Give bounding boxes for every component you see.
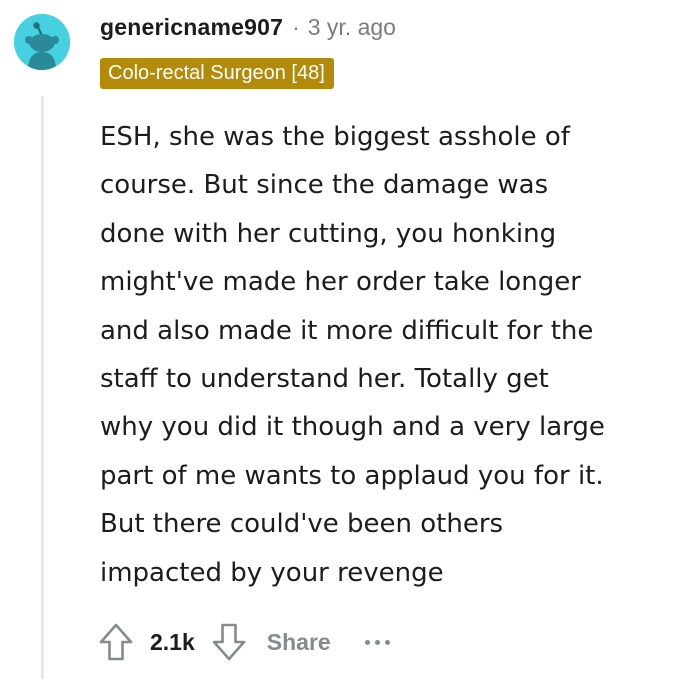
- body-line: done with her cutting, you honking: [100, 218, 557, 249]
- snoo-avatar-icon: [14, 14, 70, 70]
- share-button[interactable]: Share: [267, 629, 331, 656]
- comment-meta: genericname907 · 3 yr. ago: [100, 11, 396, 43]
- more-dot: [364, 639, 370, 645]
- body-line: impacted by your revenge: [100, 557, 444, 588]
- more-dot: [384, 639, 390, 645]
- comment: genericname907 · 3 yr. ago Colo-rectal S…: [0, 0, 700, 679]
- thread-line[interactable]: [41, 96, 44, 679]
- body-line: might've made her order take longer: [100, 267, 581, 298]
- body-line: and also made it more difficult for the: [100, 315, 594, 346]
- downvote-arrow-icon: [212, 623, 246, 661]
- body-line: part of me wants to applaud you for it.: [100, 460, 604, 491]
- upvote-arrow-icon: [99, 623, 133, 661]
- username[interactable]: genericname907: [100, 14, 283, 41]
- more-dot: [374, 639, 380, 645]
- body-line: staff to understand her. Totally get: [100, 364, 549, 395]
- body-line: course. But since the damage was: [100, 170, 549, 201]
- timestamp[interactable]: 3 yr. ago: [308, 14, 396, 41]
- comment-actions: 2.1k Share: [96, 616, 390, 668]
- user-avatar[interactable]: [14, 14, 70, 70]
- body-line: why you did it though and a very large: [100, 412, 605, 443]
- more-options-icon[interactable]: [364, 632, 390, 652]
- downvote-button[interactable]: [209, 620, 249, 664]
- body-line: But there could've been others: [100, 509, 504, 540]
- user-flair: Colo-rectal Surgeon [48]: [100, 58, 334, 89]
- upvote-button[interactable]: [96, 620, 136, 664]
- comment-body: ESH, she was the biggest asshole of cour…: [100, 113, 690, 597]
- meta-separator: ·: [292, 13, 300, 40]
- body-line: ESH, she was the biggest asshole of: [100, 122, 570, 152]
- vote-score: 2.1k: [150, 628, 195, 655]
